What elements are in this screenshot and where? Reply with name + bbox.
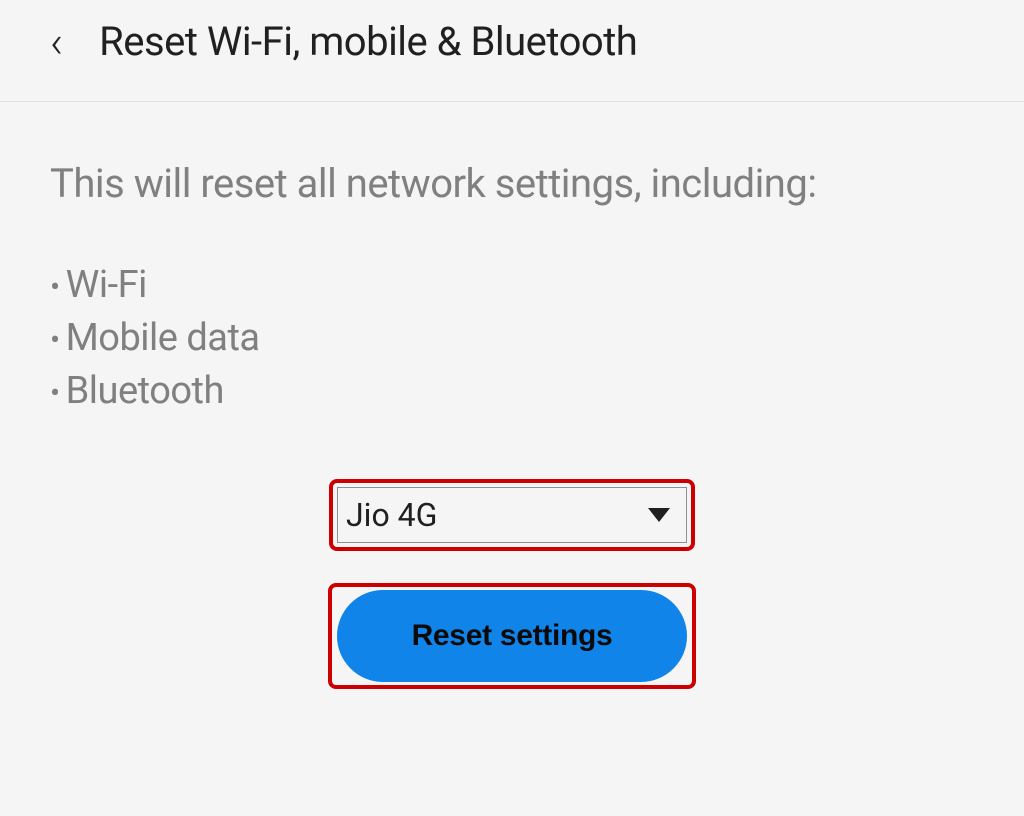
bullet-label: Bluetooth xyxy=(66,365,224,418)
chevron-down-icon xyxy=(648,508,670,522)
bullet-dot: • xyxy=(50,267,60,309)
bullet-list: • Wi-Fi • Mobile data • Bluetooth xyxy=(50,259,974,419)
highlight-annotation: Reset settings xyxy=(328,583,696,689)
list-item: • Wi-Fi xyxy=(50,259,974,312)
dropdown-selected-label: Jio 4G xyxy=(346,496,437,534)
reset-settings-button[interactable]: Reset settings xyxy=(337,590,687,682)
list-item: • Mobile data xyxy=(50,312,974,365)
list-item: • Bluetooth xyxy=(50,365,974,418)
dropdown-container: Jio 4G xyxy=(50,479,974,551)
bullet-label: Mobile data xyxy=(66,312,260,365)
bullet-dot: • xyxy=(50,373,60,415)
back-icon[interactable]: ‹ xyxy=(50,20,63,64)
header: ‹ Reset Wi-Fi, mobile & Bluetooth xyxy=(0,0,1024,102)
bullet-dot: • xyxy=(50,320,60,362)
bullet-label: Wi-Fi xyxy=(66,259,147,312)
page-title: Reset Wi-Fi, mobile & Bluetooth xyxy=(99,18,637,65)
network-dropdown[interactable]: Jio 4G xyxy=(337,487,687,543)
highlight-annotation: Jio 4G xyxy=(329,479,695,551)
content-area: This will reset all network settings, in… xyxy=(0,102,1024,689)
button-container: Reset settings xyxy=(50,583,974,689)
description-text: This will reset all network settings, in… xyxy=(50,157,974,211)
